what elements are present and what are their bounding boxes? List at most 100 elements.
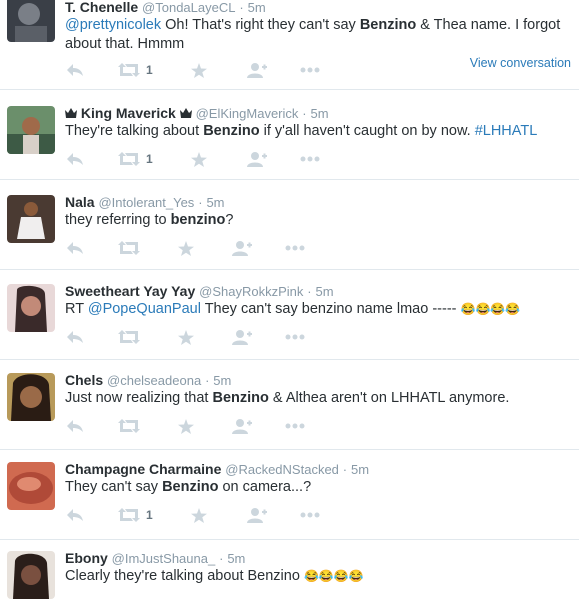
tweet-text: they referring to benzino?: [65, 210, 233, 230]
timestamp[interactable]: 5m: [351, 462, 369, 477]
mention-link[interactable]: @PopeQuanPaul: [88, 301, 201, 317]
favorite-button[interactable]: [178, 416, 194, 436]
reply-button[interactable]: [66, 416, 84, 436]
text-segment: & Thea name. I forgot: [416, 17, 561, 33]
follow-button[interactable]: [232, 416, 252, 436]
favorite-button[interactable]: [178, 238, 194, 258]
display-name[interactable]: Chels: [65, 372, 103, 388]
view-conversation-link[interactable]: View conversation: [470, 56, 571, 70]
text-segment: they referring to: [65, 212, 171, 228]
text-segment: They can't say: [65, 479, 163, 495]
tweet-text-line2: about that. Hmmm: [65, 36, 185, 52]
avatar[interactable]: [7, 195, 55, 243]
follow-button[interactable]: [247, 60, 267, 80]
follow-icon: [232, 418, 252, 434]
reply-icon: [67, 331, 83, 343]
username[interactable]: @TondaLayeCL: [142, 0, 235, 15]
tweet[interactable]: T. Chenelle @TondaLayeCL · 5m @prettynic…: [0, 0, 579, 90]
tweet[interactable]: Ebony @ImJustShauna_ · 5m Clearly they'r…: [0, 540, 579, 599]
avatar[interactable]: [7, 106, 55, 154]
highlight-keyword: benzino: [170, 212, 226, 228]
display-name[interactable]: Sweetheart Yay Yay: [65, 283, 195, 299]
avatar[interactable]: [7, 373, 55, 421]
star-icon: [191, 151, 207, 167]
username[interactable]: @Intolerant_Yes: [98, 195, 194, 210]
highlight-keyword: Benzino: [203, 123, 260, 139]
more-button[interactable]: [285, 238, 305, 258]
avatar[interactable]: [7, 284, 55, 332]
reply-button[interactable]: [66, 60, 84, 80]
display-name[interactable]: Nala: [65, 194, 95, 210]
tweet-text: They can't say Benzino on camera...?: [65, 477, 311, 497]
more-button[interactable]: [300, 149, 320, 169]
tweet[interactable]: Chels @chelseadeona · 5m Just now realiz…: [0, 360, 579, 450]
text-segment: They're talking about: [65, 123, 204, 139]
timestamp[interactable]: 5m: [311, 106, 329, 121]
retweet-button[interactable]: 1: [118, 60, 153, 80]
timestamp[interactable]: 5m: [206, 195, 224, 210]
text-segment: if y'all haven't caught on by now.: [259, 123, 475, 139]
follow-button[interactable]: [232, 327, 252, 347]
reply-icon: [67, 509, 83, 521]
star-icon: [191, 507, 207, 523]
timestamp[interactable]: 5m: [213, 373, 231, 388]
follow-button[interactable]: [232, 238, 252, 258]
follow-icon: [247, 507, 267, 523]
retweet-count: 1: [146, 63, 153, 77]
display-name[interactable]: T. Chenelle: [65, 0, 138, 15]
retweet-button[interactable]: 1: [118, 505, 153, 525]
timestamp[interactable]: 5m: [248, 0, 266, 15]
avatar-image: [7, 106, 55, 154]
separator-dot: ·: [198, 195, 203, 210]
crown-icon: [179, 108, 192, 118]
retweet-icon: [118, 508, 140, 522]
favorite-button[interactable]: [191, 505, 207, 525]
timestamp[interactable]: 5m: [227, 551, 245, 566]
avatar[interactable]: [7, 551, 55, 599]
username[interactable]: @ShayRokkzPink: [199, 284, 303, 299]
tweet-text: They're talking about Benzino if y'all h…: [65, 121, 537, 141]
tweet[interactable]: King Maverick @ElKingMaverick · 5m They'…: [0, 90, 579, 180]
separator-dot: ·: [302, 106, 307, 121]
follow-button[interactable]: [247, 149, 267, 169]
favorite-button[interactable]: [191, 149, 207, 169]
more-button[interactable]: [285, 416, 305, 436]
more-button[interactable]: [285, 327, 305, 347]
avatar[interactable]: [7, 0, 55, 42]
favorite-button[interactable]: [178, 327, 194, 347]
star-icon: [191, 62, 207, 78]
username[interactable]: @RackedNStacked: [225, 462, 339, 477]
highlight-keyword: Benzino: [162, 479, 219, 495]
more-button[interactable]: [300, 505, 320, 525]
retweet-button[interactable]: [118, 327, 140, 347]
more-button[interactable]: [300, 60, 320, 80]
tweet[interactable]: Sweetheart Yay Yay @ShayRokkzPink · 5m R…: [0, 270, 579, 360]
reply-icon: [67, 153, 83, 165]
reply-button[interactable]: [66, 238, 84, 258]
tweet[interactable]: Nala @Intolerant_Yes · 5m they referring…: [0, 180, 579, 270]
reply-icon: [67, 242, 83, 254]
username[interactable]: @chelseadeona: [107, 373, 201, 388]
tweet[interactable]: Champagne Charmaine @RackedNStacked · 5m…: [0, 450, 579, 540]
display-name[interactable]: King Maverick: [81, 105, 176, 121]
reply-button[interactable]: [66, 505, 84, 525]
avatar[interactable]: [7, 462, 55, 510]
follow-button[interactable]: [247, 505, 267, 525]
star-icon: [178, 240, 194, 256]
retweet-icon: [118, 152, 140, 166]
display-name[interactable]: Ebony: [65, 550, 108, 566]
reply-button[interactable]: [66, 327, 84, 347]
star-icon: [178, 329, 194, 345]
reply-button[interactable]: [66, 149, 84, 169]
timestamp[interactable]: 5m: [316, 284, 334, 299]
display-name[interactable]: Champagne Charmaine: [65, 461, 221, 477]
retweet-button[interactable]: [118, 238, 140, 258]
retweet-button[interactable]: [118, 416, 140, 436]
favorite-button[interactable]: [191, 60, 207, 80]
retweet-button[interactable]: 1: [118, 149, 153, 169]
username[interactable]: @ElKingMaverick: [196, 106, 299, 121]
hashtag-link[interactable]: #LHHATL: [475, 123, 538, 139]
avatar-image: [7, 0, 55, 42]
username[interactable]: @ImJustShauna_: [112, 551, 216, 566]
mention-link[interactable]: @prettynicolek: [65, 17, 161, 33]
